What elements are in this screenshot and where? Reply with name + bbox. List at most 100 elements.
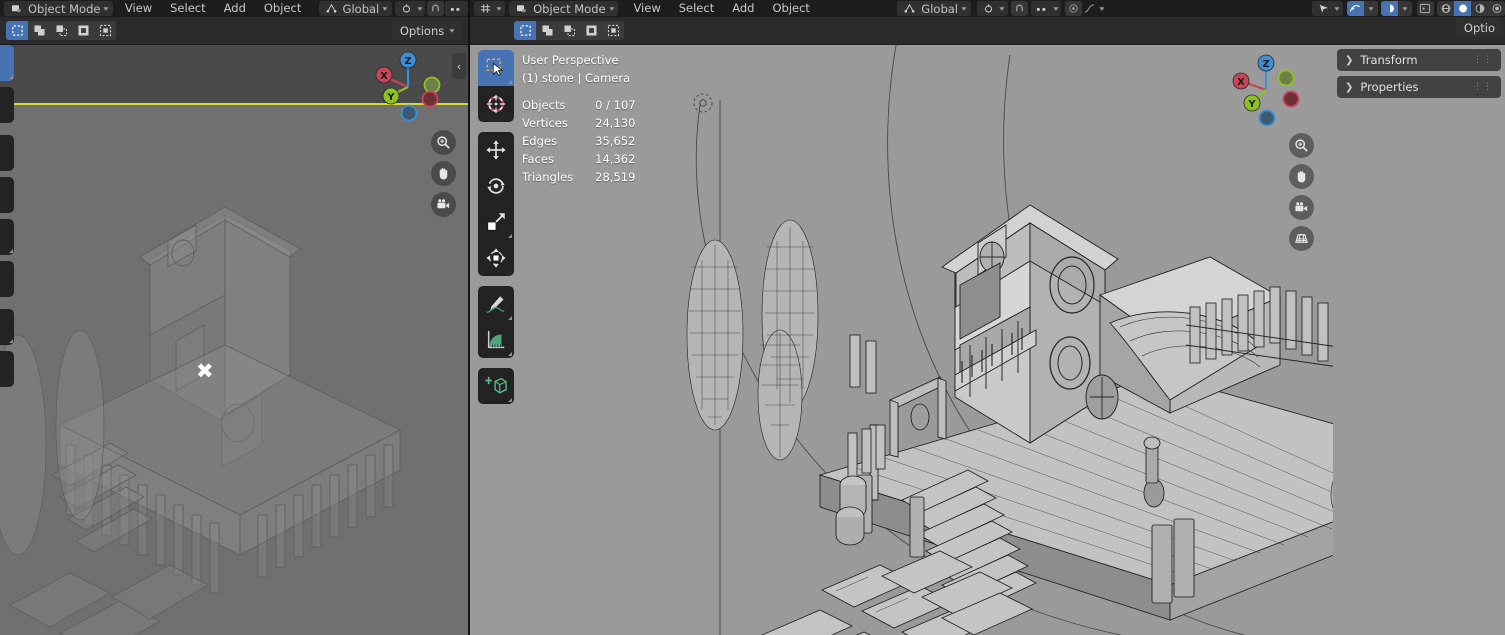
left-nav-gizmo[interactable]: Z X Y: [370, 47, 446, 123]
xray-toggle[interactable]: [1381, 1, 1399, 16]
left-menu-select[interactable]: Select: [161, 0, 214, 17]
left-options-dropdown[interactable]: Options ▾: [391, 21, 462, 40]
left-viewport[interactable]: ‹ Z X Y ✖: [0, 45, 468, 635]
panel-transform-label: Transform: [1360, 53, 1418, 67]
proportional-falloff-icon[interactable]: [1084, 1, 1097, 16]
select-mode-intersect[interactable]: [602, 21, 624, 40]
cursor-tool[interactable]: [478, 86, 514, 122]
chevron-down-icon: ▾: [1053, 4, 1059, 13]
panel-drag-handle[interactable]: ⋮⋮: [1473, 55, 1493, 65]
measure-tool[interactable]: [0, 351, 14, 387]
main-snap-target-dropdown[interactable]: ▾: [1030, 1, 1062, 16]
main-editor-type-dropdown[interactable]: ▾: [474, 1, 505, 16]
select-mode-extend[interactable]: [536, 21, 558, 40]
left-object-mode-dropdown[interactable]: Object Mode ▾: [4, 1, 114, 16]
overlays-group: ▾: [1346, 1, 1378, 16]
main-nav-gizmo[interactable]: Z X Y: [1228, 50, 1304, 126]
annotate-tool[interactable]: [478, 286, 514, 322]
main-menu-view[interactable]: View: [624, 0, 669, 17]
select-mode-extend[interactable]: [28, 21, 50, 40]
shading-solid-icon[interactable]: [1454, 1, 1472, 16]
scale-tool[interactable]: [478, 204, 514, 240]
main-snap-magnet-toggle[interactable]: [1011, 1, 1029, 16]
overlays-dropdown[interactable]: ▾: [1363, 1, 1378, 16]
tweak-select-box-tool[interactable]: [0, 45, 14, 81]
left-menu-object[interactable]: Object: [255, 0, 310, 17]
left-menu-add[interactable]: Add: [215, 0, 255, 17]
viewport-shading-options[interactable]: [1416, 1, 1434, 16]
left-menu-view[interactable]: View: [116, 0, 161, 17]
left-select-mode-group: [6, 21, 116, 40]
pivot-point-icon: [981, 1, 996, 16]
blender-window: Object Mode ▾ View Select Add Object Glo…: [0, 0, 1505, 635]
main-menu-object[interactable]: Object: [763, 0, 818, 17]
scale-tool[interactable]: [0, 219, 14, 255]
tool-group-select: [478, 50, 514, 122]
left-options-label: Options: [399, 23, 445, 38]
move-tool[interactable]: [0, 135, 14, 171]
hand-icon[interactable]: [1289, 164, 1314, 189]
transform-tool[interactable]: [478, 240, 514, 276]
panel-properties[interactable]: ❯ Properties ⋮⋮: [1337, 76, 1501, 98]
main-pivot-dropdown[interactable]: ▾: [976, 1, 1008, 16]
main-menu-select[interactable]: Select: [670, 0, 723, 17]
rotate-tool[interactable]: [0, 177, 14, 213]
grid-ortho-icon[interactable]: [1289, 226, 1314, 251]
proportional-edit-toggle[interactable]: [1064, 1, 1082, 16]
chevron-down-icon: ▾: [608, 4, 615, 13]
chevron-down-icon: ▾: [382, 4, 388, 13]
show-overlays-toggle[interactable]: [1346, 1, 1364, 16]
panel-transform[interactable]: ❯ Transform ⋮⋮: [1337, 49, 1501, 71]
shading-rendered-icon[interactable]: [1488, 1, 1505, 16]
main-menu-add[interactable]: Add: [723, 0, 763, 17]
panel-properties-label: Properties: [1360, 80, 1419, 94]
select-mode-subtract[interactable]: [558, 21, 580, 40]
shading-wireframe-icon[interactable]: [1437, 1, 1455, 16]
left-transform-orientation-dropdown[interactable]: Global ▾: [318, 1, 392, 16]
tweak-select-box-tool[interactable]: [478, 50, 514, 86]
select-mode-subtract[interactable]: [50, 21, 72, 40]
hand-icon[interactable]: [431, 161, 456, 186]
camera-icon[interactable]: [1289, 195, 1314, 220]
shading-material-icon[interactable]: [1471, 1, 1489, 16]
select-mode-intersect[interactable]: [94, 21, 116, 40]
main-nav-buttons: [1289, 133, 1314, 251]
sidebar-region-options[interactable]: Optio: [1455, 18, 1503, 37]
measure-tool[interactable]: [478, 322, 514, 358]
xray-dropdown[interactable]: ▾: [1398, 1, 1413, 16]
main-viewport-toolbar: [478, 50, 514, 404]
svg-text:Z: Z: [1262, 59, 1269, 70]
rotate-tool[interactable]: [478, 168, 514, 204]
chevron-down-icon: ▾: [496, 4, 502, 13]
select-mode-set-new[interactable]: [6, 21, 28, 40]
zoom-icon[interactable]: [1289, 133, 1314, 158]
main-object-mode-dropdown[interactable]: Object Mode ▾: [509, 1, 619, 16]
viewport-gizmos-dropdown[interactable]: ▾: [1312, 1, 1344, 16]
select-mode-invert[interactable]: [72, 21, 94, 40]
left-mode-label: Object Mode: [28, 1, 101, 16]
cursor-tool[interactable]: [0, 87, 14, 123]
panel-drag-handle[interactable]: ⋮⋮: [1473, 82, 1493, 92]
select-mode-invert[interactable]: [580, 21, 602, 40]
chevron-down-icon: ▾: [1334, 4, 1340, 13]
select-mode-set-new[interactable]: [514, 21, 536, 40]
left-snap-magnet-toggle[interactable]: [426, 1, 444, 16]
editor-split-divider[interactable]: [468, 0, 470, 635]
sidebar-options-label: Optio: [1463, 20, 1495, 35]
snap-target-icon: [1035, 1, 1050, 16]
svg-text:X: X: [380, 71, 388, 82]
camera-icon[interactable]: [431, 192, 456, 217]
left-sidebar-collapse-arrow[interactable]: ‹: [452, 53, 466, 79]
chevron-down-icon[interactable]: ▾: [1099, 4, 1104, 13]
main-subheader: [470, 17, 1505, 44]
annotate-tool[interactable]: [0, 309, 14, 345]
main-orientation-label: Global: [921, 1, 958, 16]
left-snap-target-dropdown[interactable]: [445, 1, 468, 16]
move-tool[interactable]: [478, 132, 514, 168]
main-transform-orientation-dropdown[interactable]: Global ▾: [897, 1, 971, 16]
zoom-icon[interactable]: [431, 130, 456, 155]
left-editor-header: Object Mode ▾ View Select Add Object Glo…: [0, 0, 468, 17]
add-cube-tool[interactable]: [478, 368, 514, 404]
transform-tool[interactable]: [0, 261, 14, 297]
left-pivot-dropdown[interactable]: ▾: [394, 1, 426, 16]
